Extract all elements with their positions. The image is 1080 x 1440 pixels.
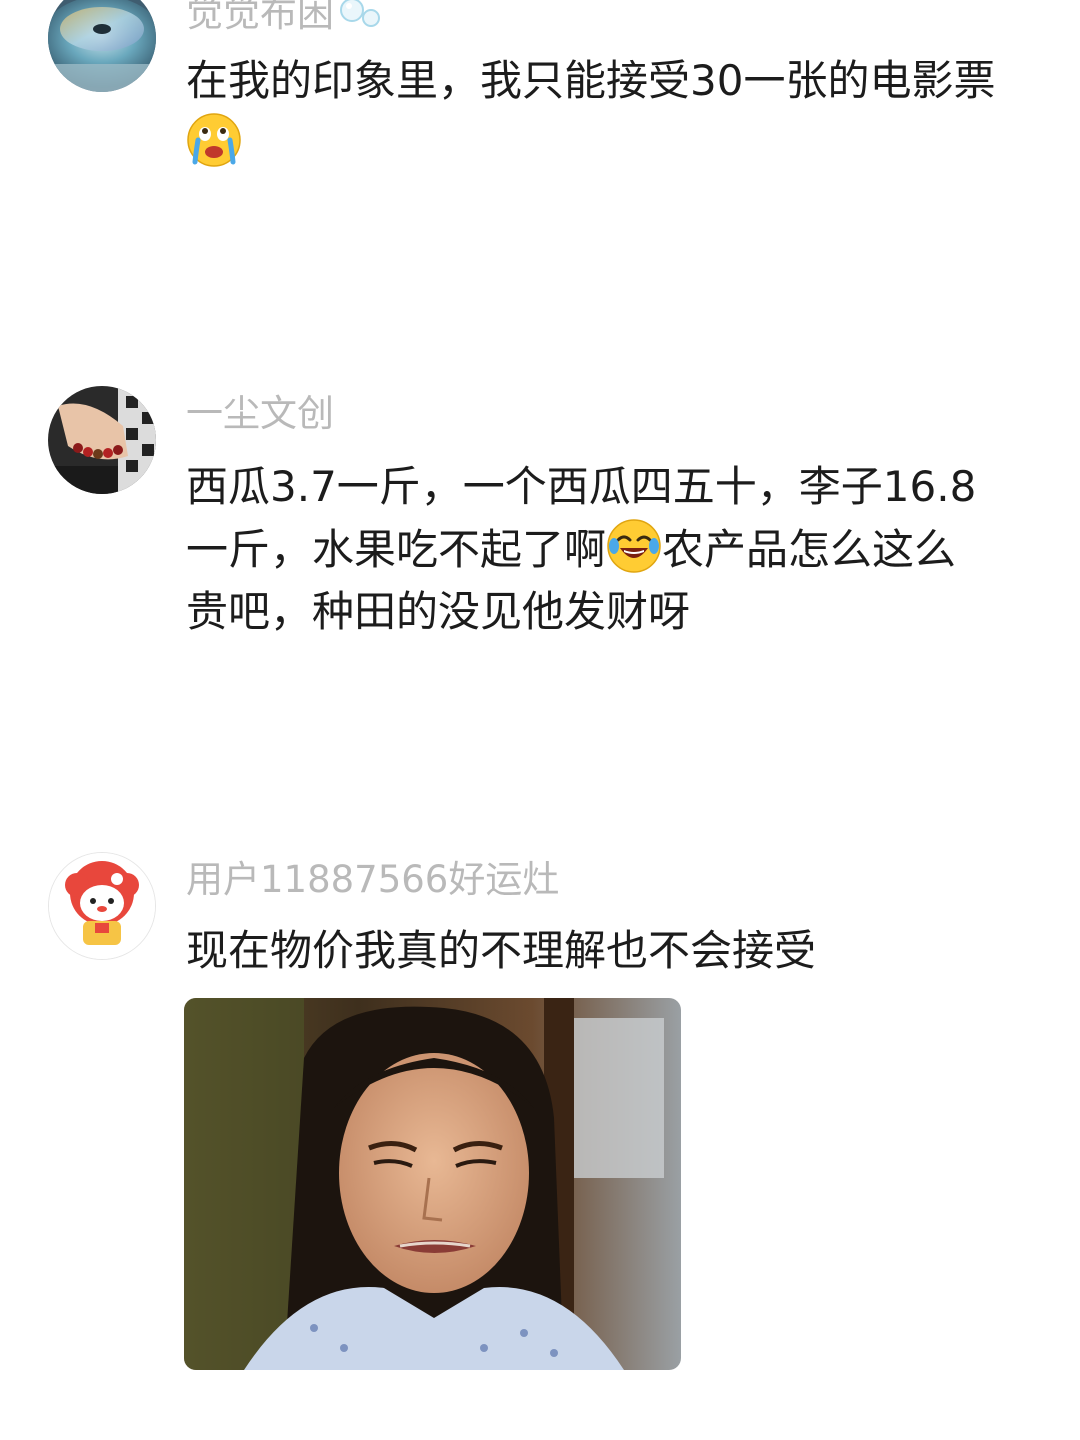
comment-text: 现在物价我真的不理解也不会接受 xyxy=(186,926,817,975)
crying-face-emoji-icon xyxy=(187,113,241,167)
bubbles-icon xyxy=(340,0,380,27)
avatar[interactable] xyxy=(48,0,156,92)
wrist-bracelet-avatar-icon xyxy=(48,386,156,494)
avatar[interactable] xyxy=(48,386,156,494)
avatar[interactable] xyxy=(48,852,156,960)
comment-text: 西瓜3.7一斤，一个西瓜四五十，李子16.8 一斤，水果吃不起了啊 农产品怎么这… xyxy=(186,456,1066,643)
cd-disc-avatar-icon xyxy=(48,0,156,92)
meme-image[interactable] xyxy=(184,998,681,1370)
comment-text-line-3: 贵吧，种田的没见他发财呀 xyxy=(186,587,691,636)
comment-text-line-2: 一斤，水果吃不起了啊 农产品怎么这么 xyxy=(186,518,1066,581)
comment-text-line-1: 西瓜3.7一斤，一个西瓜四五十，李子16.8 xyxy=(186,462,977,511)
comment-text: 在我的印象里，我只能接受30一张的电影票 xyxy=(186,50,1036,175)
username[interactable]: 用户11887566好运灶 xyxy=(186,858,559,902)
username[interactable]: 觉觉布困 xyxy=(186,0,334,36)
grimacing-woman-meme-icon xyxy=(184,998,681,1370)
laughing-tears-emoji-icon xyxy=(607,519,661,573)
comment-text-segment: 农产品怎么这么 xyxy=(662,525,957,574)
comment-text-segment: 一斤，水果吃不起了啊 xyxy=(186,525,607,574)
username[interactable]: 一尘文创 xyxy=(186,392,334,436)
cartoon-character-avatar-icon xyxy=(49,853,155,959)
comment-text-body: 在我的印象里，我只能接受30一张的电影票 xyxy=(186,56,996,105)
